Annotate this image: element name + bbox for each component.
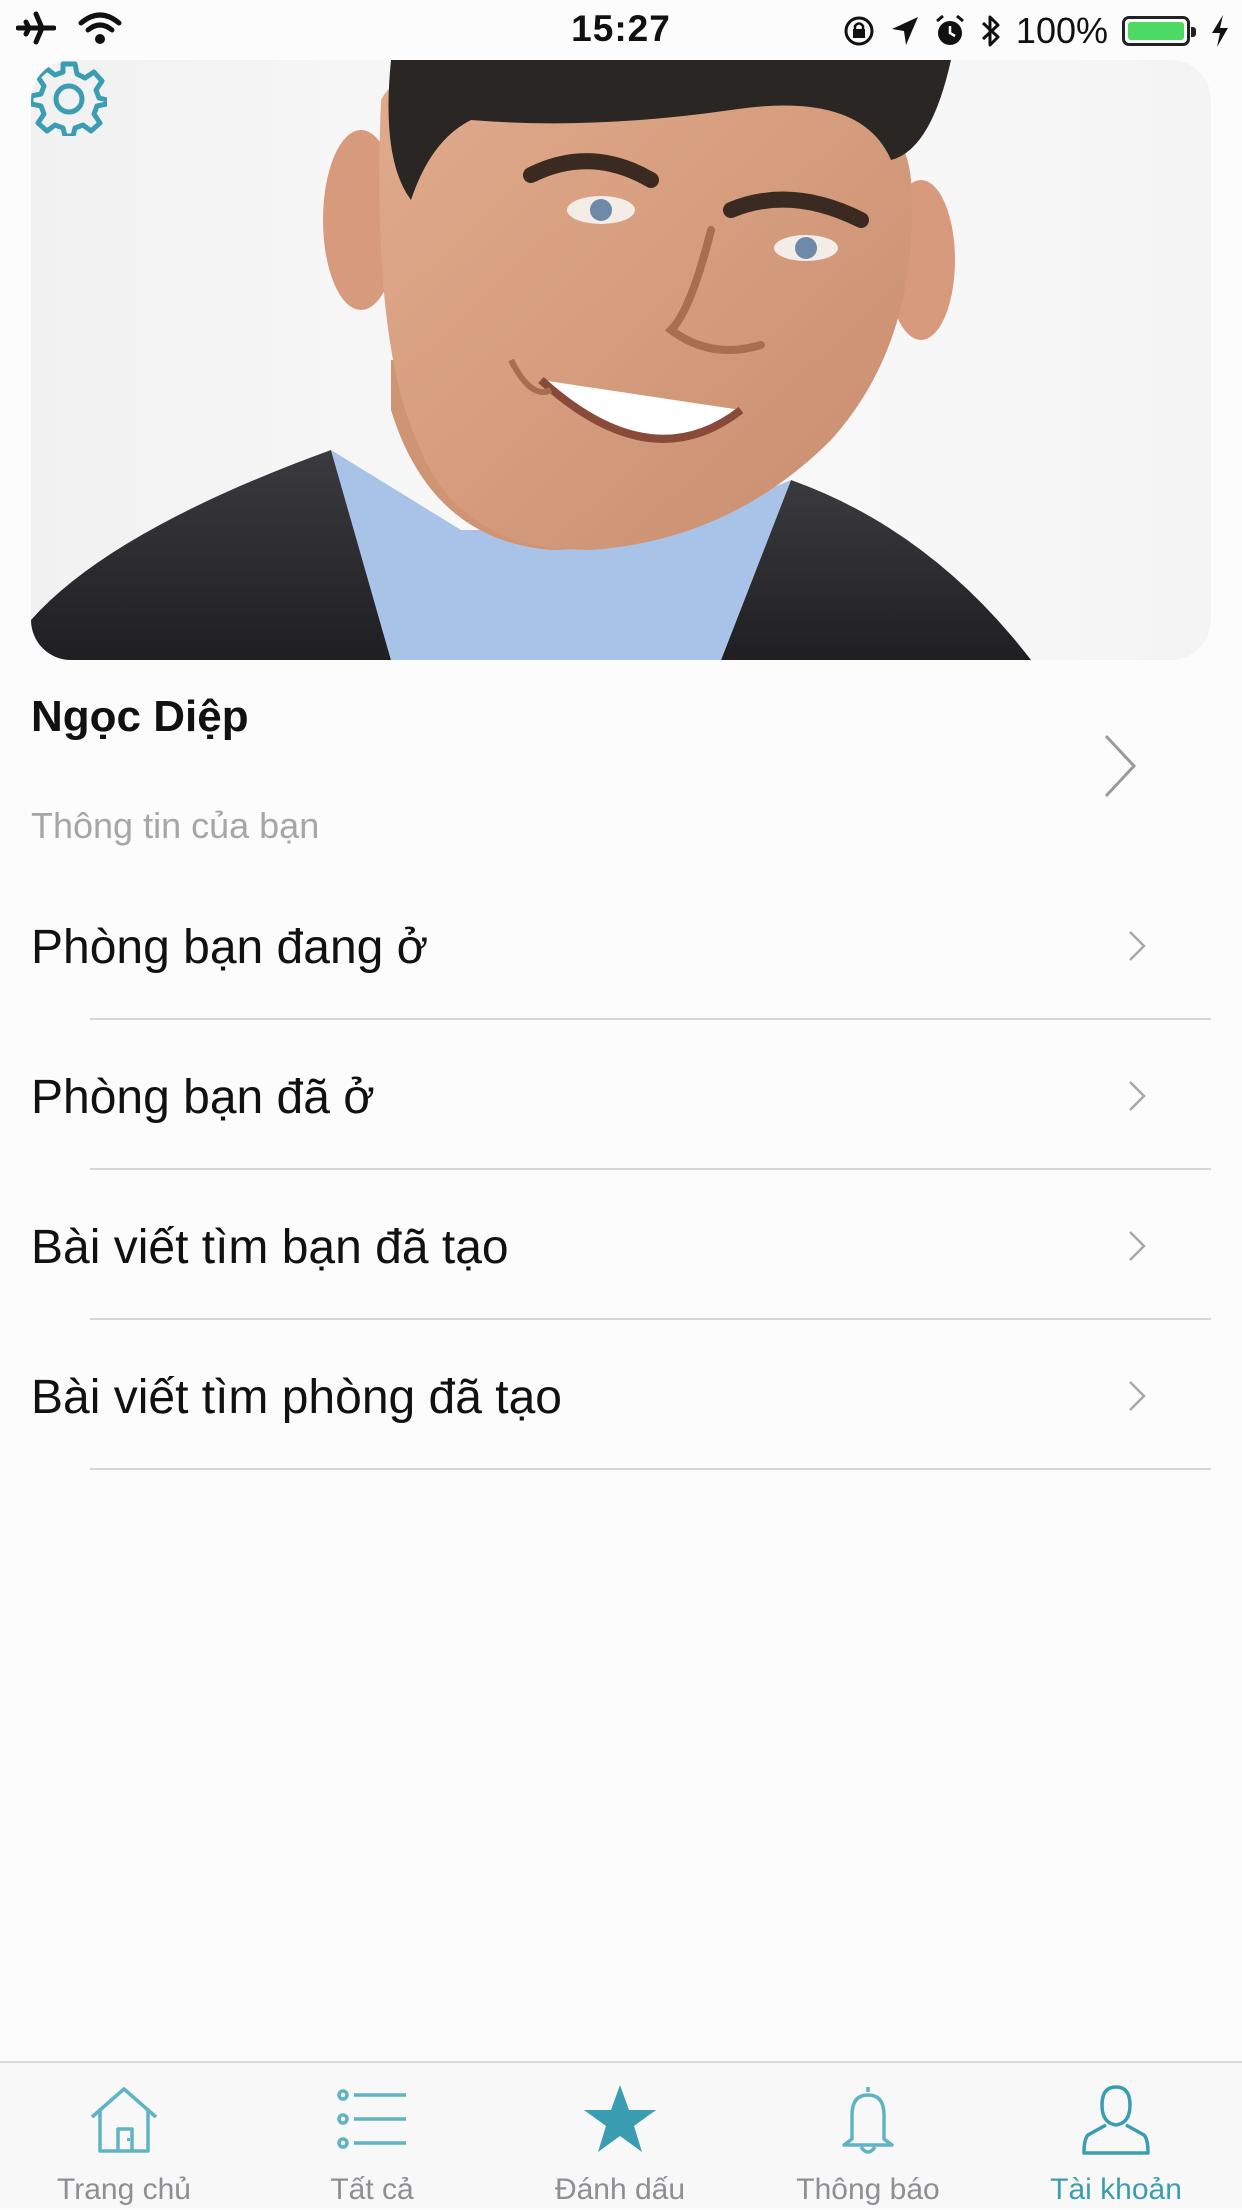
tab-bookmarks[interactable]: Đánh dấu <box>496 2063 744 2210</box>
charging-icon <box>1212 15 1228 47</box>
tab-label: Tất cả <box>330 2173 414 2206</box>
tab-label: Đánh dấu <box>554 2173 686 2206</box>
menu-item-label: Phòng bạn đã ở <box>31 1071 375 1124</box>
menu-item-label: Bài viết tìm bạn đã tạo <box>31 1221 509 1274</box>
chevron-right-icon <box>1129 931 1146 961</box>
menu-item-room-posts[interactable]: Bài viết tìm phòng đã tạo <box>0 1320 1242 1470</box>
tab-bar: Trang chủ Tất cả Đánh dấu Thông báo Tài … <box>0 2061 1242 2208</box>
menu-item-roommate-posts[interactable]: Bài viết tìm bạn đã tạo <box>0 1170 1242 1320</box>
gear-icon[interactable] <box>31 60 107 136</box>
bluetooth-icon <box>981 15 1000 47</box>
profile-subtitle: Thông tin của bạn <box>31 805 320 846</box>
battery-percent: 100% <box>1015 10 1108 51</box>
portrait-illustration <box>31 60 1031 660</box>
tab-label: Trang chủ <box>57 2173 191 2206</box>
status-bar: 15:27 100% <box>0 0 1242 60</box>
profile-cover-photo <box>31 60 1211 660</box>
tab-home[interactable]: Trang chủ <box>0 2063 248 2210</box>
location-icon <box>891 17 918 45</box>
battery-icon <box>1122 16 1196 46</box>
chevron-right-icon[interactable] <box>1100 732 1140 800</box>
chevron-right-icon <box>1129 1381 1146 1411</box>
battery-level <box>1128 22 1184 40</box>
menu-item-past-rooms[interactable]: Phòng bạn đã ở <box>0 1020 1242 1170</box>
bell-icon <box>842 2087 894 2154</box>
tab-notifications[interactable]: Thông báo <box>744 2063 992 2210</box>
chevron-right-icon <box>1129 1081 1146 1111</box>
tab-label: Tài khoản <box>1050 2173 1182 2206</box>
chevron-right-icon <box>1129 1231 1146 1261</box>
list-icon <box>337 2089 406 2149</box>
tab-account[interactable]: Tài khoản <box>992 2063 1240 2210</box>
alarm-icon <box>935 14 964 45</box>
person-icon <box>1082 2085 1150 2155</box>
menu-item-label: Phòng bạn đang ở <box>31 921 429 974</box>
tab-label: Thông báo <box>796 2173 940 2206</box>
profile-name: Ngọc Diệp <box>31 692 249 741</box>
menu-item-label: Bài viết tìm phòng đã tạo <box>31 1371 562 1424</box>
divider <box>90 1468 1211 1470</box>
menu-item-current-room[interactable]: Phòng bạn đang ở <box>0 870 1242 1020</box>
rotation-lock-icon <box>844 16 874 46</box>
home-icon <box>90 2087 158 2153</box>
tab-all[interactable]: Tất cả <box>248 2063 496 2210</box>
star-icon <box>584 2085 656 2152</box>
